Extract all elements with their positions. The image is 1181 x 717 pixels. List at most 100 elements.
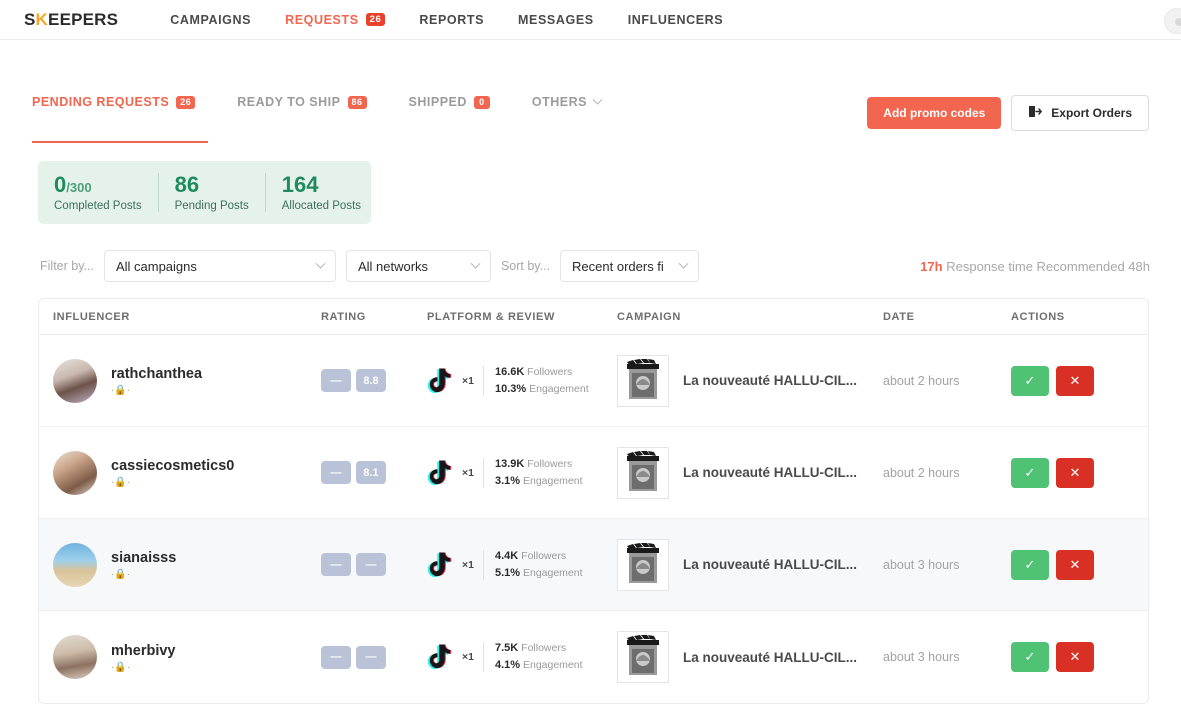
- tiktok-icon: [427, 643, 453, 671]
- nav-link-label: REQUESTS: [285, 12, 359, 27]
- reject-request-button[interactable]: ✕: [1056, 642, 1094, 673]
- campaign-filter-select[interactable]: All campaigns: [103, 250, 336, 283]
- tab-list: PENDING REQUESTS 26 READY TO SHIP 86 SHIPPED…: [32, 94, 621, 123]
- response-time-indicator: 17h Response time Recommended 48h: [920, 259, 1150, 274]
- reject-request-button[interactable]: ✕: [1056, 365, 1094, 396]
- request-date: about 2 hours: [883, 465, 960, 480]
- column-header-influencer: INFLUENCER: [53, 310, 130, 323]
- column-header-date: DATE: [883, 310, 915, 323]
- tab-bar-actions: Add promo codes Export Orders: [867, 95, 1149, 141]
- rating-badge-right[interactable]: —: [356, 553, 386, 577]
- user-avatar[interactable]: [1164, 8, 1181, 34]
- cell-platform-review: ×1 4.4K Followers 5.1% Engagement: [427, 548, 617, 582]
- tiktok-glyph: [427, 368, 452, 393]
- followers-count: 4.4K: [494, 549, 519, 562]
- nav-link-messages[interactable]: MESSAGES: [518, 13, 594, 27]
- stat-suffix: /300: [66, 180, 92, 195]
- engagement-label: Engagement: [522, 474, 583, 487]
- rating-badge-right[interactable]: —: [356, 645, 386, 669]
- influencer-avatar[interactable]: [53, 358, 97, 403]
- table-row[interactable]: cassiecosmetics0 ·🔒· —8.1 ×1 13.9K Followers…: [39, 427, 1148, 520]
- stat-label: Pending Posts: [174, 200, 249, 213]
- tab-shipped[interactable]: SHIPPED 0: [387, 95, 510, 123]
- stat-label: Completed Posts: [54, 200, 142, 213]
- table-row[interactable]: mherbivy ·🔒· — — ×1 7.5K Followers 4.1% Engage…: [39, 611, 1148, 703]
- campaign-thumbnail[interactable]: [617, 354, 669, 407]
- accept-request-button[interactable]: ✓: [1011, 365, 1049, 396]
- brand-logo[interactable]: S K EEPERS: [24, 10, 118, 30]
- nav-link-label: CAMPAIGNS: [170, 12, 252, 27]
- tiktok-icon: [427, 367, 453, 395]
- engagement-rate: 4.1%: [494, 659, 521, 672]
- influencer-name[interactable]: sianaisss: [111, 549, 176, 567]
- influencer-name[interactable]: cassiecosmetics0: [111, 457, 234, 475]
- campaign-name[interactable]: La nouveauté HALLU-CIL...: [683, 373, 857, 388]
- reject-request-button[interactable]: ✕: [1056, 457, 1094, 488]
- rating-badge-left[interactable]: —: [321, 553, 351, 577]
- sort-by-select[interactable]: Recent orders fi: [560, 250, 700, 283]
- main-nav-links: CAMPAIGNS REQUESTS 26 REPORTS MESSAGES INFLUE…: [170, 13, 723, 27]
- filter-by-label: Filter by...: [40, 259, 94, 274]
- tiktok-glyph: [427, 552, 452, 577]
- platform-multiplier: ×1: [462, 365, 484, 396]
- rating-badge-right[interactable]: 8.8: [356, 369, 386, 393]
- nav-link-label: MESSAGES: [518, 12, 594, 27]
- reject-request-button[interactable]: ✕: [1056, 549, 1094, 580]
- stat-number: 0: [54, 172, 67, 197]
- stat-number: 164: [281, 172, 319, 197]
- rating-badge-left[interactable]: —: [321, 369, 351, 393]
- tab-ready-to-ship[interactable]: READY TO SHIP 86: [215, 95, 386, 123]
- influencer-avatar[interactable]: [53, 542, 97, 587]
- accept-request-button[interactable]: ✓: [1011, 642, 1049, 673]
- response-time-text: Response time Recommended 48h: [942, 258, 1150, 274]
- cell-actions: ✓ ✕: [1011, 457, 1134, 488]
- nav-link-requests[interactable]: REQUESTS 26: [285, 12, 386, 27]
- stat-allocated-posts: 164 Allocated Posts: [264, 172, 377, 213]
- table-row[interactable]: rathchanthea ·🔒· —8.8 ×1 16.6K Followers 10.3…: [39, 335, 1148, 428]
- network-filter-value: All networks: [357, 258, 429, 274]
- engagement-label: Engagement: [522, 566, 583, 579]
- influencer-name[interactable]: mherbivy: [111, 642, 175, 660]
- influencer-info: cassiecosmetics0 ·🔒·: [111, 457, 234, 488]
- table-row[interactable]: sianaisss ·🔒· — — ×1 4.4K Followers 5.1% Engag…: [39, 519, 1148, 612]
- followers-line: 16.6K Followers: [495, 364, 589, 381]
- active-tab-underline: [32, 141, 208, 143]
- influencer-name[interactable]: rathchanthea: [111, 365, 202, 383]
- influencer-avatar[interactable]: [53, 635, 97, 680]
- column-header-actions: ACTIONS: [1011, 310, 1065, 323]
- nav-link-influencers[interactable]: INFLUENCERS: [628, 13, 724, 27]
- influencer-avatar[interactable]: [53, 450, 97, 495]
- campaign-thumbnail[interactable]: [617, 446, 669, 499]
- campaign-thumbnail[interactable]: [617, 538, 669, 591]
- engagement-line: 10.3% Engagement: [495, 381, 589, 398]
- export-orders-button[interactable]: Export Orders: [1011, 95, 1149, 131]
- nav-link-campaigns[interactable]: CAMPAIGNS: [170, 13, 251, 27]
- network-filter-select[interactable]: All networks: [345, 250, 491, 283]
- tab-label: OTHERS: [531, 95, 587, 109]
- followers-line: 4.4K Followers: [495, 548, 583, 565]
- accept-request-button[interactable]: ✓: [1011, 549, 1049, 580]
- tab-others[interactable]: OTHERS: [510, 94, 621, 123]
- tab-pending-requests[interactable]: PENDING REQUESTS 26: [32, 95, 215, 123]
- campaign-name[interactable]: La nouveauté HALLU-CIL...: [683, 557, 857, 572]
- chevron-down-icon: [315, 258, 326, 269]
- campaign-filter-value: All campaigns: [115, 258, 197, 274]
- add-promo-codes-button[interactable]: Add promo codes: [867, 97, 1002, 129]
- campaign-thumbnail[interactable]: [617, 631, 669, 684]
- influencer-info: rathchanthea ·🔒·: [111, 365, 202, 396]
- tab-badge: 86: [347, 95, 367, 109]
- engagement-line: 4.1% Engagement: [495, 657, 583, 674]
- tab-label: READY TO SHIP: [237, 95, 341, 109]
- nav-link-reports[interactable]: REPORTS: [419, 13, 484, 27]
- platform-stats: 4.4K Followers 5.1% Engagement: [493, 548, 583, 582]
- rating-badge-right[interactable]: 8.1: [356, 461, 386, 485]
- rating-badge-left[interactable]: —: [321, 645, 351, 669]
- engagement-rate: 10.3%: [494, 382, 527, 395]
- request-date: about 3 hours: [883, 557, 960, 572]
- column-header-rating: RATING: [321, 310, 366, 323]
- rating-badge-left[interactable]: —: [321, 461, 351, 485]
- accept-request-button[interactable]: ✓: [1011, 457, 1049, 488]
- campaign-name[interactable]: La nouveauté HALLU-CIL...: [683, 465, 857, 480]
- clapperboard-glyph: [627, 358, 659, 399]
- campaign-name[interactable]: La nouveauté HALLU-CIL...: [683, 650, 857, 665]
